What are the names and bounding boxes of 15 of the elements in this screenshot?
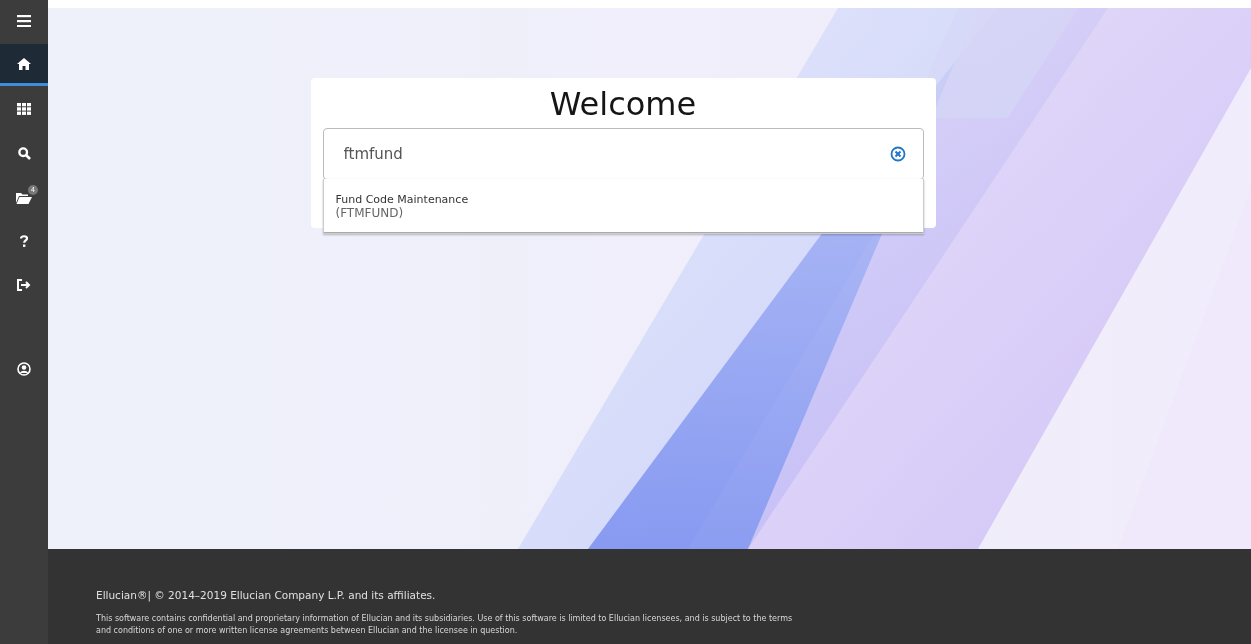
- result-item[interactable]: Fund Code Maintenance (FTMFUND): [323, 179, 923, 233]
- folder-icon: [16, 190, 32, 204]
- clear-icon[interactable]: [889, 146, 906, 162]
- welcome-title: Welcome: [548, 84, 698, 124]
- home-button[interactable]: [0, 44, 48, 86]
- search-field[interactable]: ftmfund: [322, 128, 924, 180]
- notice-text: This software contains confidential and proprietary information of Ellucian and its subsidiaries. Use of this software is limited to Ellucian licensees, and is subject to the terms and conditions of one or more written license agreements between Ellucian and the licensee in question.: [96, 613, 794, 637]
- search-icon: [17, 146, 31, 160]
- question-icon: [20, 235, 28, 247]
- menu-icon: [17, 15, 31, 27]
- home-icon: [17, 57, 31, 70]
- copyright-text: Ellucian®| © 2014–2019 Ellucian Company L.P. and its affiliates.: [96, 589, 437, 601]
- sign-out-icon: [17, 279, 31, 291]
- grid-icon: [17, 103, 31, 115]
- user-icon: [17, 362, 31, 376]
